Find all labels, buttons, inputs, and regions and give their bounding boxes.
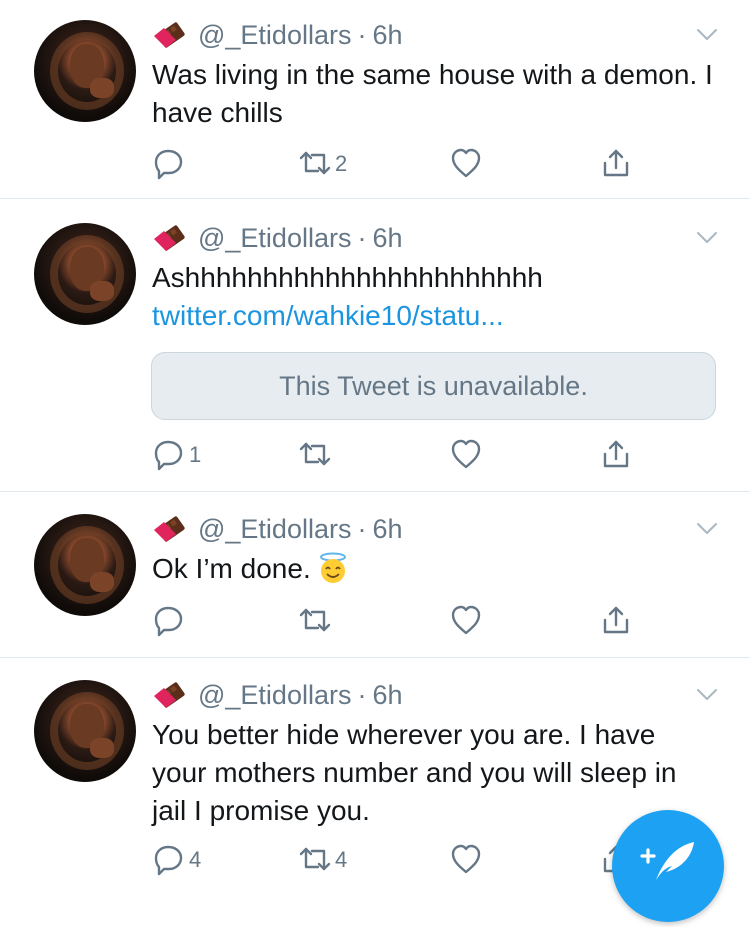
avatar[interactable]	[34, 680, 136, 782]
user-handle[interactable]: @_Etidollars	[198, 680, 351, 711]
reply-icon	[154, 149, 183, 180]
like-button[interactable]	[450, 843, 484, 877]
retweet-count: 4	[335, 847, 348, 872]
timestamp[interactable]: 6h	[372, 20, 402, 51]
reply-button[interactable]: 1	[152, 438, 201, 472]
user-handle[interactable]: @_Etidollars	[198, 514, 351, 545]
tweet-header: @_Etidollars · 6h	[152, 678, 403, 712]
tweet-actions: 1	[152, 438, 652, 472]
chocolate-bar-icon	[154, 21, 186, 49]
chevron-down-icon[interactable]	[696, 688, 718, 702]
like-button[interactable]	[450, 438, 484, 472]
separator: ·	[357, 513, 367, 544]
retweet-count: 2	[335, 151, 348, 176]
retweet-icon	[299, 608, 331, 632]
reply-icon	[154, 845, 183, 876]
share-icon	[603, 149, 629, 177]
chocolate-bar-icon	[154, 515, 186, 543]
tweet[interactable]: @_Etidollars · 6h Ok I’m done.	[0, 492, 750, 658]
retweet-button[interactable]	[298, 438, 335, 472]
tweet-header: @_Etidollars · 6h	[152, 512, 403, 546]
user-handle[interactable]: @_Etidollars	[198, 20, 351, 51]
chocolate-bar-icon	[154, 224, 186, 252]
tweet-text-row: Ok I’m done.	[152, 550, 722, 588]
reply-button[interactable]: 4	[152, 843, 201, 877]
share-button[interactable]	[600, 147, 634, 181]
avatar[interactable]	[34, 223, 136, 325]
chevron-down-icon[interactable]	[696, 28, 718, 42]
separator: ·	[357, 679, 367, 710]
like-icon	[451, 844, 481, 874]
tweet-text: Ok I’m done.	[152, 553, 311, 584]
separator: ·	[357, 19, 367, 50]
like-icon	[451, 439, 481, 469]
tweet[interactable]: @_Etidollars · 6h Was living in the same…	[0, 0, 750, 199]
share-icon	[603, 440, 629, 468]
share-icon	[603, 606, 629, 634]
timestamp[interactable]: 6h	[372, 223, 402, 254]
like-button[interactable]	[450, 604, 484, 638]
like-icon	[451, 605, 481, 635]
tweet-link[interactable]: twitter.com/wahkie10/statu...	[152, 297, 722, 335]
like-icon	[451, 148, 481, 178]
reply-button[interactable]	[152, 604, 189, 638]
like-button[interactable]	[450, 147, 484, 181]
tweet-header: @_Etidollars · 6h	[152, 18, 403, 52]
timestamp[interactable]: 6h	[372, 514, 402, 545]
tweet-text: Ashhhhhhhhhhhhhhhhhhhhhhh	[152, 262, 543, 293]
reply-icon	[154, 606, 183, 637]
retweet-button[interactable]: 2	[298, 147, 347, 181]
avatar[interactable]	[34, 20, 136, 122]
retweet-icon	[299, 847, 331, 871]
tweet-actions: 4 4	[152, 843, 652, 877]
compose-tweet-icon	[640, 842, 694, 880]
timestamp[interactable]: 6h	[372, 680, 402, 711]
tweet-actions	[152, 604, 652, 638]
retweet-icon	[299, 442, 331, 466]
tweet-actions: 2	[152, 147, 652, 181]
compose-tweet-button[interactable]	[612, 810, 724, 922]
retweet-icon	[299, 151, 331, 175]
retweet-button[interactable]	[298, 604, 335, 638]
reply-button[interactable]	[152, 147, 189, 181]
quoted-tweet[interactable]: This Tweet is unavailable.	[151, 352, 716, 420]
avatar[interactable]	[34, 514, 136, 616]
reply-count: 1	[189, 442, 202, 467]
reply-icon	[154, 440, 183, 471]
retweet-button[interactable]: 4	[298, 843, 347, 877]
smiling-face-with-halo-icon	[319, 552, 346, 583]
share-button[interactable]	[600, 604, 634, 638]
user-handle[interactable]: @_Etidollars	[198, 223, 351, 254]
tweet-header: @_Etidollars · 6h	[152, 221, 403, 255]
chevron-down-icon[interactable]	[696, 231, 718, 245]
share-button[interactable]	[600, 438, 634, 472]
chocolate-bar-icon	[154, 681, 186, 709]
separator: ·	[357, 222, 367, 253]
tweet[interactable]: @_Etidollars · 6h Ashhhhhhhhhhhhhhhhhhhh…	[0, 199, 750, 492]
reply-count: 4	[189, 847, 202, 872]
chevron-down-icon[interactable]	[696, 522, 718, 536]
tweet-text: Was living in the same house with a demo…	[152, 59, 713, 128]
